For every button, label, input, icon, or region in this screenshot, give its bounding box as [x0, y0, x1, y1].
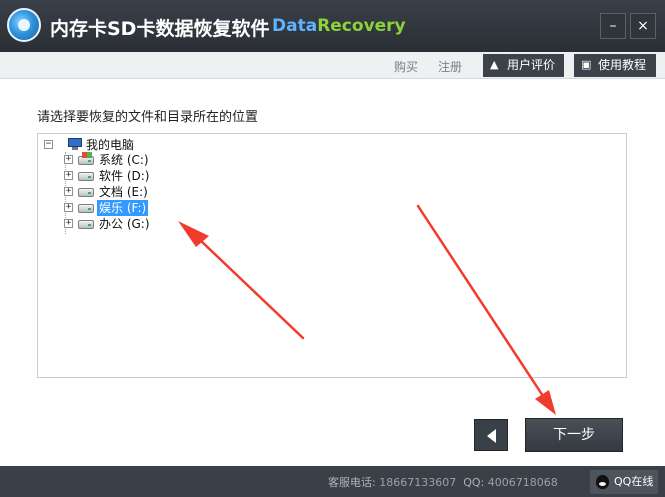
contact-info: 客服电话: 18667133607 QQ: 4006718068 — [328, 474, 558, 490]
back-button[interactable] — [474, 419, 508, 451]
tutorial-button[interactable]: ▣ 使用教程 — [574, 54, 656, 77]
buy-link[interactable]: 购买 — [394, 58, 418, 75]
qq-penguin-icon — [596, 475, 609, 489]
system-drive-icon — [78, 152, 94, 165]
expand-icon[interactable]: + — [64, 187, 73, 196]
tree-label-drive-d: 软件 (D:) — [99, 169, 150, 183]
contact-label: 客服电话: — [328, 476, 376, 489]
tree-item-drive-g[interactable]: + 办公 (G:) — [64, 216, 264, 232]
brand-name: DataRecovery — [272, 16, 406, 36]
brand-recovery: Recovery — [317, 16, 406, 36]
qq-online-button[interactable]: QQ在线 — [590, 470, 658, 494]
app-logo-icon — [7, 8, 41, 42]
tutorial-label: 使用教程 — [598, 58, 647, 72]
status-bar: 客服电话: 18667133607 QQ: 4006718068 QQ在线 — [0, 466, 665, 497]
close-button[interactable]: × — [630, 13, 656, 39]
drive-icon — [78, 172, 94, 181]
drive-tree-panel[interactable]: − 我的电脑 + 系统 (C:) + 软件 (D:) + 文档 (E:) + 娱… — [37, 133, 627, 378]
next-step-button[interactable]: 下一步 — [525, 418, 623, 452]
expand-icon[interactable]: + — [64, 219, 73, 228]
collapse-icon[interactable]: − — [44, 140, 53, 149]
tree-label-drive-c: 系统 (C:) — [99, 153, 149, 167]
expand-icon[interactable]: + — [64, 171, 73, 180]
computer-icon — [68, 138, 82, 150]
qq-number: 4006718068 — [487, 476, 558, 489]
app-window: 内存卡SD卡数据恢复软件 DataRecovery – × 购买 注册 ▲ 用户… — [0, 0, 665, 497]
tree-item-drive-f[interactable]: + 娱乐 (F:) — [64, 200, 264, 216]
brand-data: Data — [272, 16, 318, 36]
drive-icon — [78, 188, 94, 197]
tree-item-drive-c[interactable]: + 系统 (C:) — [64, 152, 264, 168]
drive-icon — [78, 220, 94, 229]
contact-phone: 18667133607 — [379, 476, 457, 489]
qq-label: QQ: — [463, 476, 485, 489]
tree-item-drive-d[interactable]: + 软件 (D:) — [64, 168, 264, 184]
register-link[interactable]: 注册 — [438, 58, 462, 75]
tree-label-my-computer: 我的电脑 — [86, 138, 135, 152]
user-review-button[interactable]: ▲ 用户评价 — [483, 54, 564, 77]
app-title: 内存卡SD卡数据恢复软件 — [50, 18, 270, 40]
expand-icon[interactable]: + — [64, 155, 73, 164]
chevron-left-icon — [487, 429, 496, 443]
user-review-label: 用户评价 — [507, 58, 556, 72]
instruction-text: 请选择要恢复的文件和目录所在的位置 — [37, 110, 259, 125]
qq-online-label: QQ在线 — [614, 475, 654, 488]
drive-icon — [78, 204, 94, 213]
tree-label-drive-g: 办公 (G:) — [99, 217, 150, 231]
expand-icon[interactable]: + — [64, 203, 73, 212]
tree-item-my-computer[interactable]: − 我的电脑 — [44, 137, 244, 153]
minimize-button[interactable]: – — [600, 13, 626, 39]
title-bar[interactable]: 内存卡SD卡数据恢复软件 DataRecovery – × — [0, 0, 665, 52]
thumbs-up-icon: ▲ — [490, 58, 499, 71]
book-icon: ▣ — [581, 58, 592, 71]
tree-label-drive-e: 文档 (E:) — [99, 185, 148, 199]
menu-bar: 购买 注册 ▲ 用户评价 ▣ 使用教程 — [0, 52, 665, 79]
tree-label-drive-f: 娱乐 (F:) — [97, 200, 149, 216]
tree-item-drive-e[interactable]: + 文档 (E:) — [64, 184, 264, 200]
